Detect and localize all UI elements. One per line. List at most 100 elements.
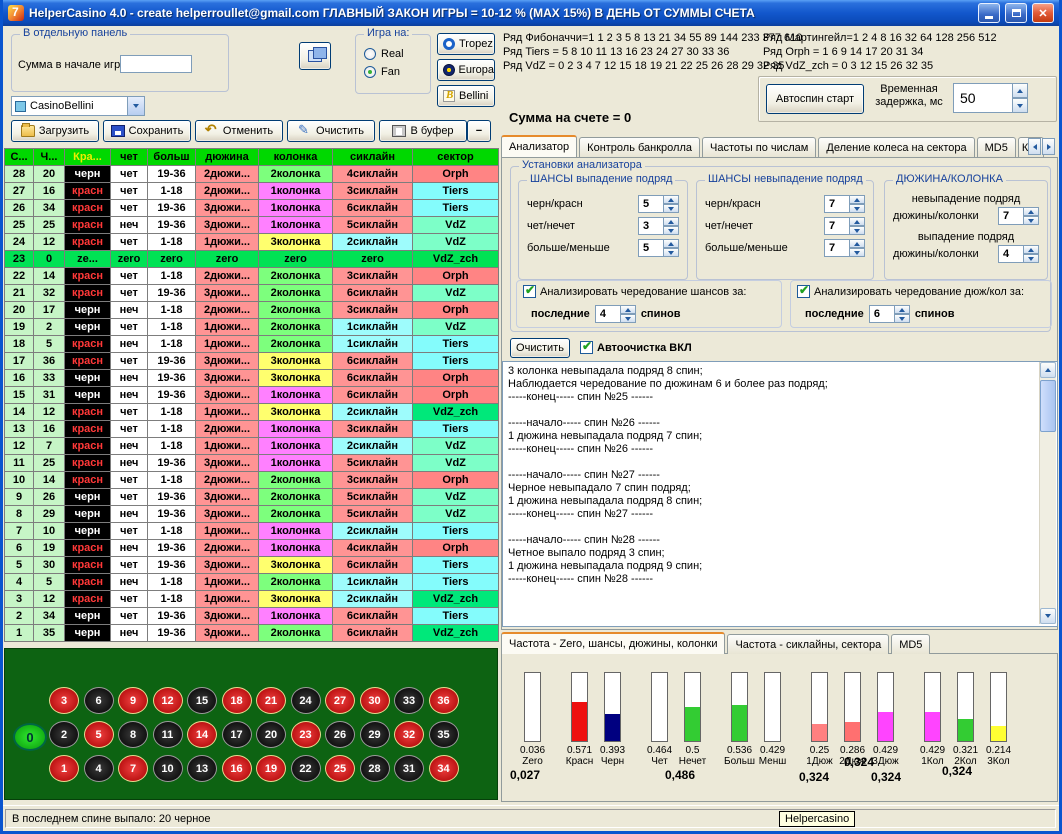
radio-fan[interactable]: Fan: [364, 66, 404, 78]
setting-spinner-up-button[interactable]: [850, 239, 865, 248]
delay-input[interactable]: [953, 83, 1013, 113]
table-row[interactable]: 312краснчет1-181дюжи...3колонка2сиклайнV…: [5, 591, 499, 608]
setting-spinner-input[interactable]: [824, 239, 850, 257]
toolbar-button[interactable]: В буфер: [379, 120, 467, 142]
board-number[interactable]: 25: [325, 755, 355, 782]
table-row[interactable]: 1412краснчет1-181дюжи...3колонка2сиклайн…: [5, 404, 499, 421]
close-button[interactable]: ✕: [1032, 3, 1054, 23]
setting-spinner-input[interactable]: [998, 207, 1024, 225]
table-row[interactable]: 1316краснчет1-182дюжи...1колонка3сиклайн…: [5, 421, 499, 438]
setting-spinner-down-button[interactable]: [1024, 216, 1039, 225]
setting-spinner-up-button[interactable]: [664, 195, 679, 204]
alt-chances-spinner-up-button[interactable]: [621, 305, 636, 314]
table-row[interactable]: 1531черннеч19-363дюжи...1колонка6сиклайн…: [5, 387, 499, 404]
table-row[interactable]: 2214краснчет1-182дюжи...2колонка3сиклайн…: [5, 268, 499, 285]
board-number[interactable]: 19: [256, 755, 286, 782]
table-row[interactable]: 185красннеч1-181дюжи...2колонка1сиклайнT…: [5, 336, 499, 353]
board-number[interactable]: 3: [49, 687, 79, 714]
setting-spinner-input[interactable]: [638, 195, 664, 213]
freq-tab[interactable]: MD5: [891, 634, 930, 654]
table-row[interactable]: 2132краснчет19-363дюжи...2колонка6сиклай…: [5, 285, 499, 302]
board-number[interactable]: 18: [222, 687, 252, 714]
clear-log-button[interactable]: Очистить: [510, 338, 570, 358]
maximize-button[interactable]: [1005, 3, 1027, 23]
table-row[interactable]: 2634краснчет19-363дюжи...1колонка6сиклай…: [5, 200, 499, 217]
table-row[interactable]: 619красннеч19-362дюжи...1колонка4сиклайн…: [5, 540, 499, 557]
table-row[interactable]: 2412краснчет1-181дюжи...3колонка2сиклайн…: [5, 234, 499, 251]
detach-panel-button[interactable]: [299, 42, 331, 70]
setting-spinner-input[interactable]: [638, 239, 664, 257]
board-zero[interactable]: 0: [13, 723, 47, 751]
delay-down-button[interactable]: [1013, 98, 1028, 113]
combo-dropdown-button[interactable]: [127, 97, 144, 115]
setting-spinner-up-button[interactable]: [1024, 245, 1039, 254]
autospin-start-button[interactable]: Автоспин старт: [766, 84, 864, 114]
board-number[interactable]: 28: [360, 755, 390, 782]
collapse-button[interactable]: −: [467, 120, 491, 142]
radio-real[interactable]: Real: [364, 48, 404, 60]
board-number[interactable]: 32: [394, 721, 424, 748]
board-number[interactable]: 26: [325, 721, 355, 748]
board-number[interactable]: 17: [222, 721, 252, 748]
board-number[interactable]: 21: [256, 687, 286, 714]
board-number[interactable]: 29: [360, 721, 390, 748]
setting-spinner-up-button[interactable]: [664, 239, 679, 248]
minimize-button[interactable]: [978, 3, 1000, 23]
board-number[interactable]: 33: [394, 687, 424, 714]
table-row[interactable]: 234чернчет19-363дюжи...1колонка6сиклайнT…: [5, 608, 499, 625]
alt-dozens-spinner-input[interactable]: [869, 305, 895, 323]
start-sum-input[interactable]: [120, 55, 192, 73]
board-number[interactable]: 23: [291, 721, 321, 748]
board-number[interactable]: 31: [394, 755, 424, 782]
casino-button-bellini[interactable]: Bellini: [437, 85, 495, 107]
table-row[interactable]: 926чернчет19-363дюжи...2колонка5сиклайнV…: [5, 489, 499, 506]
board-number[interactable]: 6: [84, 687, 114, 714]
main-tab[interactable]: Анализатор: [501, 135, 577, 157]
board-number[interactable]: 12: [153, 687, 183, 714]
table-row[interactable]: 230ze...zerozerozerozerozeroVdZ_zch: [5, 251, 499, 268]
toolbar-button[interactable]: Отменить: [195, 120, 283, 142]
log-scrollbar[interactable]: [1039, 362, 1056, 624]
tab-scroll-right-button[interactable]: [1042, 138, 1055, 155]
delay-up-button[interactable]: [1013, 83, 1028, 98]
setting-spinner-input[interactable]: [998, 245, 1024, 263]
board-number[interactable]: 36: [429, 687, 459, 714]
board-number[interactable]: 8: [118, 721, 148, 748]
setting-spinner-up-button[interactable]: [850, 195, 865, 204]
setting-spinner-down-button[interactable]: [664, 204, 679, 213]
setting-spinner-down-button[interactable]: [1024, 254, 1039, 263]
table-row[interactable]: 2820чернчет19-362дюжи...2колонка4сиклайн…: [5, 166, 499, 183]
board-number[interactable]: 24: [291, 687, 321, 714]
board-number[interactable]: 7: [118, 755, 148, 782]
setting-spinner-up-button[interactable]: [664, 217, 679, 226]
table-row[interactable]: 710чернчет1-181дюжи...1колонка2сиклайнTi…: [5, 523, 499, 540]
autoclean-checkbox[interactable]: Автоочистка ВКЛ: [580, 341, 692, 354]
setting-spinner-down-button[interactable]: [664, 226, 679, 235]
table-row[interactable]: 192чернчет1-181дюжи...2колонка1сиклайнVd…: [5, 319, 499, 336]
board-number[interactable]: 10: [153, 755, 183, 782]
board-number[interactable]: 14: [187, 721, 217, 748]
tab-scroll-left-button[interactable]: [1028, 138, 1041, 155]
table-row[interactable]: 1633черннеч19-363дюжи...3колонка6сиклайн…: [5, 370, 499, 387]
casino-button-europa[interactable]: Europa: [437, 59, 495, 81]
setting-spinner-down-button[interactable]: [850, 204, 865, 213]
main-tab[interactable]: Деление колеса на сектора: [818, 137, 974, 157]
main-tab[interactable]: Контроль банкролла: [579, 137, 700, 157]
setting-spinner-up-button[interactable]: [850, 217, 865, 226]
board-number[interactable]: 9: [118, 687, 148, 714]
board-number[interactable]: 2: [49, 721, 79, 748]
table-row[interactable]: 135черннеч19-363дюжи...2колонка6сиклайнV…: [5, 625, 499, 642]
board-number[interactable]: 27: [325, 687, 355, 714]
scroll-down-button[interactable]: [1040, 608, 1056, 624]
toolbar-button[interactable]: Загрузить: [11, 120, 99, 142]
setting-spinner-input[interactable]: [824, 195, 850, 213]
table-row[interactable]: 127красннеч1-181дюжи...1колонка2сиклайнV…: [5, 438, 499, 455]
setting-spinner-up-button[interactable]: [1024, 207, 1039, 216]
table-row[interactable]: 530краснчет19-363дюжи...3колонка6сиклайн…: [5, 557, 499, 574]
table-row[interactable]: 1736краснчет19-363дюжи...3колонка6сиклай…: [5, 353, 499, 370]
setting-spinner-down-button[interactable]: [850, 248, 865, 257]
toolbar-button[interactable]: Сохранить: [103, 120, 191, 142]
freq-tab[interactable]: Частота - Zero, шансы, дюжины, колонки: [501, 632, 725, 654]
board-number[interactable]: 20: [256, 721, 286, 748]
table-row[interactable]: 829черннеч19-363дюжи...2колонка5сиклайнV…: [5, 506, 499, 523]
